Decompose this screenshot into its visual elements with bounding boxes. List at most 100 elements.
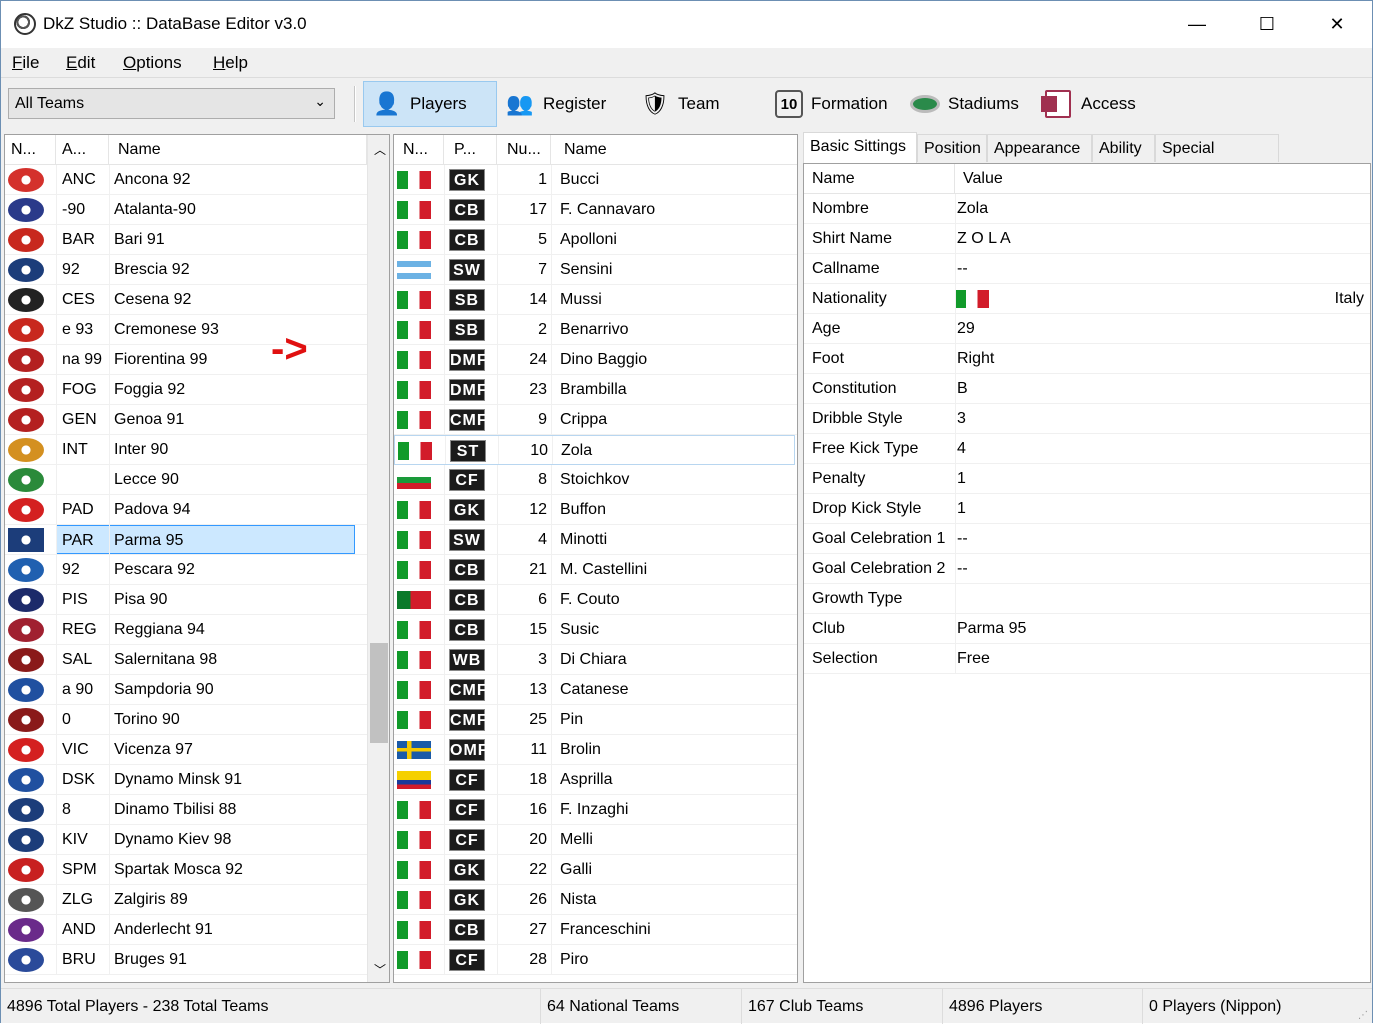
player-row[interactable]: CF 18 Asprilla: [394, 765, 797, 795]
team-row[interactable]: PAR Parma 95: [5, 525, 367, 555]
team-row[interactable]: e 93 Cremonese 93: [5, 315, 367, 345]
resize-grip-icon[interactable]: ⋰: [1358, 1010, 1368, 1021]
menu-help[interactable]: Help: [213, 53, 248, 73]
player-details[interactable]: Name Value Nombre Zola Shirt Name Z O L A Ca…: [803, 163, 1371, 983]
team-button[interactable]: 🛡 Team: [632, 81, 720, 127]
detail-row[interactable]: Club Parma 95: [804, 614, 1370, 644]
scroll-up-icon[interactable]: ︿: [374, 141, 386, 158]
tab-ability[interactable]: Ability: [1092, 134, 1155, 162]
players-list[interactable]: N... P... Nu... Name GK 1 Bucci CB 17 F. Cann…: [393, 134, 798, 983]
maximize-button[interactable]: ☐: [1232, 1, 1302, 48]
player-row[interactable]: CB 27 Franceschini: [394, 915, 797, 945]
detail-row[interactable]: Selection Free: [804, 644, 1370, 674]
teams-col-name[interactable]: Name: [109, 135, 367, 165]
detail-row[interactable]: Shirt Name Z O L A: [804, 224, 1370, 254]
player-row[interactable]: GK 12 Buffon: [394, 495, 797, 525]
team-row[interactable]: ANC Ancona 92: [5, 165, 367, 195]
stadiums-button[interactable]: Stadiums: [902, 81, 1019, 127]
players-col-num[interactable]: Nu...: [497, 135, 551, 165]
team-row[interactable]: SPM Spartak Mosca 92: [5, 855, 367, 885]
players-col-pos[interactable]: P...: [444, 135, 497, 165]
detail-row[interactable]: Constitution B: [804, 374, 1370, 404]
menu-file[interactable]: File: [12, 53, 39, 73]
player-row[interactable]: CMF 9 Crippa: [394, 405, 797, 435]
detail-row[interactable]: Goal Celebration 2 --: [804, 554, 1370, 584]
team-row[interactable]: FOG Foggia 92: [5, 375, 367, 405]
teams-col-abbr[interactable]: A...: [56, 135, 109, 165]
player-row[interactable]: SW 7 Sensini: [394, 255, 797, 285]
player-row[interactable]: GK 22 Galli: [394, 855, 797, 885]
detail-row[interactable]: Foot Right: [804, 344, 1370, 374]
team-row[interactable]: AND Anderlecht 91: [5, 915, 367, 945]
team-row[interactable]: PAD Padova 94: [5, 495, 367, 525]
detail-row[interactable]: Nombre Zola: [804, 194, 1370, 224]
tab-special-abilities[interactable]: Special Abilities: [1155, 134, 1279, 185]
player-row[interactable]: CF 28 Piro: [394, 945, 797, 975]
player-row[interactable]: CF 8 Stoichkov: [394, 465, 797, 495]
player-row[interactable]: CF 20 Melli: [394, 825, 797, 855]
register-button[interactable]: 👥 Register: [497, 81, 606, 127]
team-row[interactable]: DSK Dynamo Minsk 91: [5, 765, 367, 795]
team-row[interactable]: INT Inter 90: [5, 435, 367, 465]
scroll-down-icon[interactable]: ﹀: [374, 961, 386, 978]
team-row[interactable]: ZLG Zalgiris 89: [5, 885, 367, 915]
tab-appearance[interactable]: Appearance: [987, 134, 1092, 162]
team-row[interactable]: GEN Genoa 91: [5, 405, 367, 435]
player-row[interactable]: CMF 25 Pin: [394, 705, 797, 735]
access-button[interactable]: Access: [1035, 81, 1136, 127]
team-row[interactable]: VIC Vicenza 97: [5, 735, 367, 765]
player-row[interactable]: DMF 24 Dino Baggio: [394, 345, 797, 375]
teams-col-logo[interactable]: N...: [5, 135, 56, 165]
scroll-thumb[interactable]: [370, 643, 388, 743]
team-row[interactable]: CES Cesena 92: [5, 285, 367, 315]
team-row[interactable]: REG Reggiana 94: [5, 615, 367, 645]
menu-options[interactable]: Options: [123, 53, 182, 73]
detail-row[interactable]: Growth Type: [804, 584, 1370, 614]
players-button[interactable]: 👤 Players: [363, 81, 497, 127]
player-row[interactable]: WB 3 Di Chiara: [394, 645, 797, 675]
details-col-name[interactable]: Name: [804, 164, 955, 194]
teams-list[interactable]: N... A... Name ANC Ancona 92 -90 Atalanta-9…: [4, 134, 390, 983]
team-row[interactable]: a 90 Sampdoria 90: [5, 675, 367, 705]
details-col-value[interactable]: Value: [955, 164, 1370, 194]
team-row[interactable]: 92 Pescara 92: [5, 555, 367, 585]
player-row[interactable]: CMF 13 Catanese: [394, 675, 797, 705]
player-row[interactable]: ST 10 Zola: [394, 435, 795, 465]
player-row[interactable]: GK 1 Bucci: [394, 165, 797, 195]
player-row[interactable]: SB 2 Benarrivo: [394, 315, 797, 345]
team-row[interactable]: -90 Atalanta-90: [5, 195, 367, 225]
player-row[interactable]: OMF 11 Brolin: [394, 735, 797, 765]
detail-row[interactable]: Goal Celebration 1 --: [804, 524, 1370, 554]
detail-row[interactable]: Nationality Italy: [804, 284, 1370, 314]
team-row[interactable]: 92 Brescia 92: [5, 255, 367, 285]
teams-scrollbar[interactable]: ︿ ﹀: [367, 135, 389, 982]
close-button[interactable]: ✕: [1302, 1, 1372, 48]
minimize-button[interactable]: —: [1162, 1, 1232, 48]
detail-row[interactable]: Dribble Style 3: [804, 404, 1370, 434]
team-row[interactable]: Lecce 90: [5, 465, 367, 495]
detail-row[interactable]: Free Kick Type 4: [804, 434, 1370, 464]
player-row[interactable]: GK 26 Nista: [394, 885, 797, 915]
detail-row[interactable]: Age 29: [804, 314, 1370, 344]
player-row[interactable]: CB 15 Susic: [394, 615, 797, 645]
players-col-nation[interactable]: N...: [394, 135, 444, 165]
player-row[interactable]: CF 16 F. Inzaghi: [394, 795, 797, 825]
player-row[interactable]: DMF 23 Brambilla: [394, 375, 797, 405]
detail-row[interactable]: Penalty 1: [804, 464, 1370, 494]
team-row[interactable]: KIV Dynamo Kiev 98: [5, 825, 367, 855]
team-row[interactable]: BAR Bari 91: [5, 225, 367, 255]
menu-edit[interactable]: Edit: [66, 53, 95, 73]
team-filter-dropdown[interactable]: All Teams ⌄: [8, 88, 335, 119]
player-row[interactable]: CB 17 F. Cannavaro: [394, 195, 797, 225]
team-row[interactable]: 8 Dinamo Tbilisi 88: [5, 795, 367, 825]
formation-button[interactable]: 10 Formation: [767, 81, 888, 127]
player-row[interactable]: CB 6 F. Couto: [394, 585, 797, 615]
tab-position[interactable]: Position: [917, 134, 987, 162]
player-row[interactable]: SB 14 Mussi: [394, 285, 797, 315]
player-row[interactable]: SW 4 Minotti: [394, 525, 797, 555]
team-row[interactable]: na 99 Fiorentina 99: [5, 345, 367, 375]
player-row[interactable]: CB 21 M. Castellini: [394, 555, 797, 585]
team-row[interactable]: SAL Salernitana 98: [5, 645, 367, 675]
detail-row[interactable]: Drop Kick Style 1: [804, 494, 1370, 524]
detail-row[interactable]: Callname --: [804, 254, 1370, 284]
